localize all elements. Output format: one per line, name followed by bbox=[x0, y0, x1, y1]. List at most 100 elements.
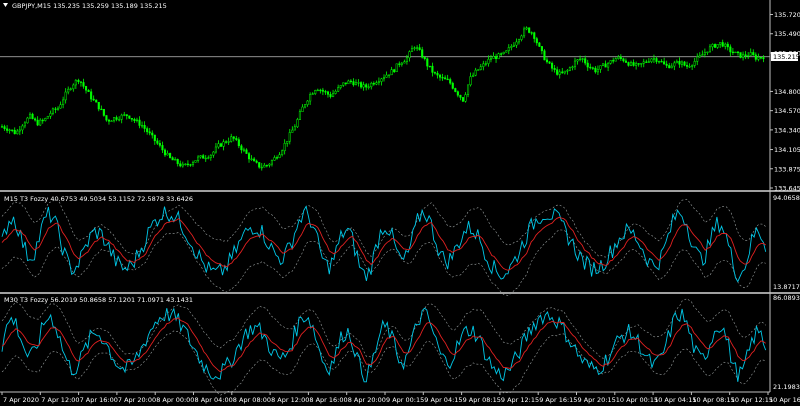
candle-body bbox=[314, 90, 317, 94]
candle-body bbox=[247, 153, 251, 160]
candle-body bbox=[362, 84, 365, 88]
time-tick-label: 9 Apr 16:15 bbox=[539, 396, 577, 404]
candle-body bbox=[691, 65, 694, 67]
separator-indicator[interactable] bbox=[0, 292, 800, 294]
candle-body bbox=[431, 65, 434, 73]
candle-body bbox=[123, 114, 126, 116]
candle-body bbox=[82, 82, 85, 87]
candle-body bbox=[426, 58, 429, 67]
time-tick-label: 10 Apr 16:15 bbox=[769, 396, 800, 404]
candle-body bbox=[197, 156, 200, 161]
trading-chart[interactable]: GBPJPY,M15 135.235 135.259 135.189 135.2… bbox=[0, 0, 800, 406]
candle-body bbox=[97, 101, 100, 110]
price-tick-label: 133.645 bbox=[774, 185, 800, 193]
candle-body bbox=[668, 65, 671, 69]
candle-body bbox=[230, 136, 233, 142]
separator-main[interactable] bbox=[0, 190, 800, 192]
candle-body bbox=[619, 56, 622, 59]
candle-body bbox=[604, 63, 607, 68]
candle-body bbox=[324, 91, 327, 93]
candle-body bbox=[8, 129, 11, 131]
candle-body bbox=[105, 115, 108, 121]
candle-body bbox=[449, 79, 452, 84]
candle-body bbox=[161, 145, 164, 151]
indicator1-min-label: 13.8717 bbox=[773, 283, 800, 291]
candle-body bbox=[451, 82, 454, 89]
candle-body bbox=[530, 32, 533, 34]
candle-body bbox=[130, 118, 133, 120]
candle-body bbox=[128, 115, 131, 119]
candle-body bbox=[543, 50, 546, 61]
candle-body bbox=[34, 118, 37, 121]
candle-body bbox=[678, 61, 681, 65]
candle-body bbox=[538, 42, 541, 47]
candle-body bbox=[477, 69, 480, 71]
candle-body bbox=[461, 97, 464, 102]
candle-body bbox=[497, 53, 500, 60]
candle-body bbox=[113, 117, 116, 122]
candle-body bbox=[59, 104, 62, 109]
price-tick-label: 133.875 bbox=[774, 165, 800, 173]
candle-body bbox=[291, 129, 294, 133]
candle-body bbox=[242, 149, 245, 151]
time-tick-label: 8 Apr 12:00 bbox=[271, 396, 309, 404]
candle-body bbox=[189, 164, 192, 166]
candle-body bbox=[296, 119, 299, 128]
candle-body bbox=[275, 157, 279, 159]
candle-body bbox=[11, 129, 14, 131]
candle-body bbox=[466, 84, 470, 95]
candle-body bbox=[629, 62, 633, 66]
candle-body bbox=[400, 62, 403, 65]
candle-body bbox=[232, 136, 235, 139]
candle-body bbox=[332, 93, 335, 97]
candle-body bbox=[298, 111, 302, 120]
candle-body bbox=[268, 163, 271, 166]
candle-body bbox=[416, 47, 419, 49]
indicator2-header: M30 T3 Fozzy 56.2019 50.8658 57.1201 71.… bbox=[4, 296, 193, 304]
candle-body bbox=[456, 91, 459, 96]
candle-body bbox=[747, 55, 750, 57]
candle-body bbox=[342, 82, 345, 86]
candle-body bbox=[222, 141, 225, 147]
candle-body bbox=[41, 119, 44, 122]
candle-body bbox=[39, 119, 42, 126]
candle-body bbox=[635, 63, 638, 66]
candle-body bbox=[609, 60, 612, 64]
candle-body bbox=[464, 94, 467, 102]
candle-body bbox=[632, 62, 635, 66]
candle-body bbox=[454, 88, 457, 92]
candle-body bbox=[365, 84, 368, 88]
candle-body bbox=[258, 162, 261, 168]
candle-body bbox=[135, 119, 139, 122]
candle-body bbox=[344, 82, 347, 85]
candle-body bbox=[141, 125, 144, 127]
candle-body bbox=[395, 63, 398, 73]
candle-body bbox=[568, 67, 571, 71]
candle-body bbox=[520, 35, 523, 40]
time-tick-label: 8 Apr 20:00 bbox=[348, 396, 386, 404]
candle-body bbox=[438, 74, 442, 78]
candle-body bbox=[377, 81, 380, 83]
price-tag: 135.215 bbox=[773, 53, 800, 61]
candle-body bbox=[716, 44, 719, 48]
main-header: GBPJPY,M15 135.235 135.259 135.189 135.2… bbox=[12, 2, 167, 10]
candle-body bbox=[209, 154, 212, 158]
time-tick-label: 9 Apr 04:15 bbox=[424, 396, 462, 404]
candle-body bbox=[31, 113, 34, 120]
candle-body bbox=[596, 69, 599, 73]
candle-body bbox=[309, 94, 312, 102]
candle-body bbox=[571, 66, 574, 68]
time-tick-label: 7 Apr 12:00 bbox=[41, 396, 79, 404]
candle-body bbox=[153, 134, 156, 142]
candle-body bbox=[749, 52, 752, 56]
candle-body bbox=[624, 60, 627, 63]
candle-body bbox=[158, 143, 161, 146]
candle-body bbox=[428, 65, 431, 68]
candle-body bbox=[219, 143, 223, 147]
candle-body bbox=[637, 63, 640, 65]
candle-body bbox=[647, 61, 650, 63]
candle-body bbox=[418, 47, 421, 50]
time-tick-label: 9 Apr 12:15 bbox=[501, 396, 539, 404]
candle-body bbox=[311, 93, 314, 95]
candle-body bbox=[444, 77, 447, 80]
